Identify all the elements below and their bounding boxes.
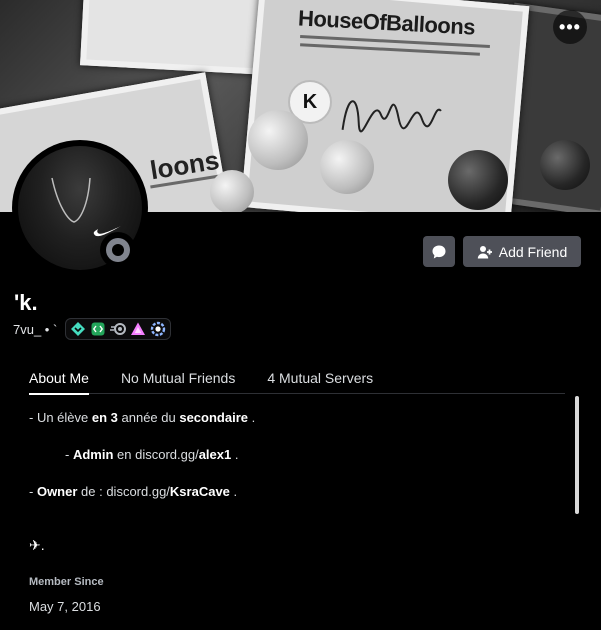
about-line: - Owner de : discord.gg/KsraCave . [29, 484, 237, 499]
about-text: . [248, 410, 256, 425]
member-since-date: May 7, 2016 [29, 599, 101, 614]
hypesquad-balance-icon[interactable] [70, 321, 86, 337]
status-indicator [100, 232, 136, 268]
banner-balloon [210, 170, 254, 212]
add-friend-button[interactable]: Add Friend [463, 236, 581, 267]
about-link-bold[interactable]: KsraCave [170, 484, 230, 499]
about-text-bold: en 3 [91, 410, 118, 425]
tab-mutual-friends[interactable]: No Mutual Friends [121, 366, 235, 394]
about-text-bold: Owner [36, 484, 78, 499]
chat-bubble-icon [432, 245, 446, 258]
username-row: 7vu_ • ` [13, 318, 172, 340]
about-link[interactable]: de : discord.gg/ [77, 484, 170, 499]
badge-list [65, 318, 172, 340]
about-text: - [65, 447, 73, 462]
banner-balloon [540, 140, 590, 190]
banner-balloon [248, 110, 308, 170]
about-link-bold[interactable]: alex1 [199, 447, 232, 462]
more-options-button[interactable]: ••• [553, 10, 587, 44]
nitro-icon[interactable] [110, 321, 127, 337]
add-user-icon [477, 245, 492, 258]
about-text: - Un élève [29, 410, 92, 425]
banner-balloon [320, 140, 374, 194]
about-scrollbar[interactable] [575, 396, 579, 514]
about-text: . [231, 447, 239, 462]
send-message-button[interactable] [423, 236, 455, 267]
tab-mutual-servers[interactable]: 4 Mutual Servers [267, 366, 373, 394]
active-developer-icon[interactable] [90, 321, 106, 337]
about-text-bold: secondaire [179, 410, 248, 425]
early-supporter-icon[interactable] [130, 321, 146, 337]
display-name: 'k. [14, 290, 38, 315]
profile-tabs: About Me No Mutual Friends 4 Mutual Serv… [29, 366, 565, 395]
about-text: - [29, 484, 37, 499]
about-text-bold: Admin [72, 447, 114, 462]
username[interactable]: 7vu_ • ` [13, 322, 57, 337]
tab-about-me[interactable]: About Me [29, 366, 89, 395]
airplane-text: ✈. [29, 537, 45, 553]
boost-icon[interactable] [150, 321, 166, 337]
member-since-label: Member Since [29, 576, 104, 588]
about-text: . [229, 484, 238, 499]
about-link[interactable]: en discord.gg/ [113, 447, 199, 462]
about-line: - Un élève en 3 année du secondaire . [29, 410, 255, 425]
add-friend-label: Add Friend [498, 243, 568, 260]
banner-balloon [448, 150, 508, 210]
offline-status-icon [106, 238, 130, 262]
chain-graphic [51, 177, 91, 223]
about-line: - Admin en discord.gg/alex1 . [65, 447, 238, 462]
about-text: année du [117, 410, 180, 425]
